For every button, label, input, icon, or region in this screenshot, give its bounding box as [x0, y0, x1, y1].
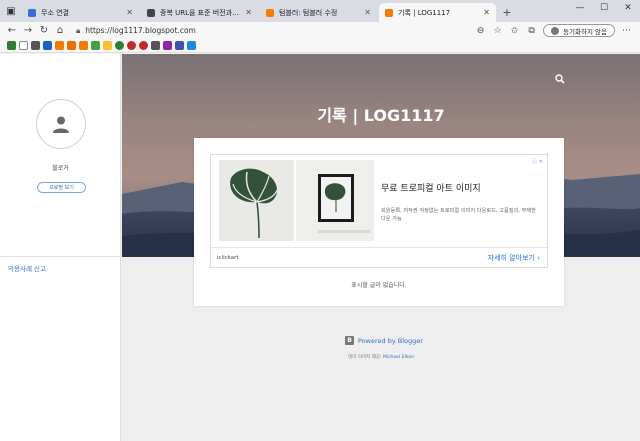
ad-source: iclickart [217, 255, 239, 261]
search-icon[interactable] [554, 70, 566, 84]
bookmark-icon[interactable] [127, 41, 136, 50]
bookmark-icon[interactable] [175, 41, 184, 50]
url-text: https://log1117.blogspot.com [85, 26, 196, 35]
bookmark-icon[interactable] [55, 41, 64, 50]
bookmark-icon[interactable] [7, 41, 16, 50]
profile-sidebar: 블로거 프로필 보기 악용사례 신고 [0, 54, 121, 441]
tab-1[interactable]: 무소 연결 ✕ [22, 3, 139, 22]
favorite-star-icon[interactable]: ☆ [492, 26, 503, 36]
ad-cta-button[interactable]: 자세히 알아보기 › [488, 253, 540, 263]
bookmark-icon[interactable] [151, 41, 160, 50]
sync-label: 동기화하지 않음 [563, 27, 607, 36]
blog-title[interactable]: 기록 | LOG1117 [122, 102, 640, 126]
tab-favicon [147, 8, 155, 17]
window-close-icon[interactable]: ✕ [616, 0, 640, 16]
ad-image-monstera-leaf[interactable] [219, 160, 294, 241]
avatar[interactable] [36, 99, 86, 149]
address-bar[interactable]: 🔒︎ https://log1117.blogspot.com [76, 23, 471, 38]
bookmarks-bar [0, 39, 640, 53]
bookmark-icon[interactable] [187, 41, 196, 50]
minimize-icon[interactable]: — [568, 0, 592, 16]
ad-cta-label: 자세히 알아보기 [487, 254, 535, 262]
home-icon[interactable]: ⌂ [52, 23, 68, 39]
sync-button[interactable]: 동기화하지 않음 [543, 24, 615, 37]
window-controls: — ☐ ✕ [568, 0, 640, 16]
tab-favicon [385, 8, 393, 17]
back-icon[interactable]: ← [4, 23, 20, 39]
browser-window: ▣ 무소 연결 ✕ 중복 URL을 표준 버전과 통합 | Googl ✕ 텀블… [0, 0, 640, 441]
tab-3[interactable]: 텀블러: 텀블러 수정 ✕ [260, 3, 377, 22]
collections-icon[interactable]: ⧉ [526, 26, 537, 36]
theme-credit-prefix: 테마 이미지 제공: [348, 355, 383, 360]
tab-favicon [266, 8, 274, 17]
bookmark-icon[interactable] [139, 41, 148, 50]
tab-title: 텀블러: 텀블러 수정 [279, 8, 338, 17]
chevron-right-icon: › [537, 254, 540, 262]
close-icon[interactable]: ✕ [126, 8, 133, 17]
tab-title: 중복 URL을 표준 버전과 통합 | Googl [160, 8, 241, 17]
no-posts-message: 표시할 글이 없습니다. [351, 282, 407, 289]
powered-by-label: Powered by Blogger [358, 336, 423, 345]
theme-credit: 테마 이미지 제공: Michael Elkan [122, 354, 640, 360]
divider [0, 256, 121, 257]
ad-description: 회원등록, 저작권 걱정없는 트로피컬 이미지 다운로드, 고품질의, 무제한 … [381, 208, 536, 222]
bookmark-icon[interactable] [43, 41, 52, 50]
tab-title: 무소 연결 [41, 8, 69, 17]
maximize-icon[interactable]: ☐ [592, 0, 616, 16]
toolbar-actions: ⊖ ☆ ✩ ⧉ 동기화하지 않음 ⋯ [475, 23, 632, 38]
new-tab-icon[interactable]: + [498, 3, 516, 22]
bookmark-icon[interactable] [163, 41, 172, 50]
refresh-icon[interactable]: ↻ [36, 23, 52, 39]
tab-strip: ▣ 무소 연결 ✕ 중복 URL을 표준 버전과 통합 | Googl ✕ 텀블… [0, 0, 640, 22]
web-page: 기록 | LOG1117 블로거 프로필 보기 악용사례 신고 ⓘ ✕ 무료 트… [0, 54, 640, 441]
bookmark-icon[interactable] [103, 41, 112, 50]
forward-icon[interactable]: → [20, 23, 36, 39]
lock-icon[interactable]: 🔒︎ [76, 26, 80, 36]
advertisement[interactable]: ⓘ ✕ 무료 트로피컬 아트 이미지 회원등록, 저작권 걱정없는 트로피컬 이… [210, 154, 548, 268]
tab-4-active[interactable]: 기록 | LOG1117 ✕ [379, 3, 496, 22]
zoom-icon[interactable]: ⊖ [475, 26, 486, 36]
bookmark-icon[interactable] [31, 41, 40, 50]
ad-choices-icon[interactable]: ⓘ ✕ [532, 158, 543, 165]
blogger-logo-icon: B [345, 336, 354, 345]
bookmark-icon[interactable] [67, 41, 76, 50]
close-icon[interactable]: ✕ [245, 8, 252, 17]
bookmark-icon[interactable] [79, 41, 88, 50]
tab-title: 기록 | LOG1117 [398, 8, 451, 17]
bookmark-icon[interactable] [115, 41, 124, 50]
profile-avatar-icon [551, 26, 560, 35]
tab-actions-icon[interactable]: ▣ [0, 0, 22, 22]
more-menu-icon[interactable]: ⋯ [621, 26, 632, 36]
user-icon [53, 116, 69, 133]
tab-2[interactable]: 중복 URL을 표준 버전과 통합 | Googl ✕ [141, 3, 258, 22]
ad-footer: iclickart 자세히 알아보기 › [211, 247, 547, 268]
ad-title[interactable]: 무료 트로피컬 아트 이미지 [381, 181, 481, 194]
favorites-icon[interactable]: ✩ [509, 26, 520, 36]
profile-name: 블로거 [52, 165, 69, 172]
tab-favicon [28, 8, 36, 17]
theme-author-link[interactable]: Michael Elkan [383, 355, 414, 360]
bookmark-icon[interactable] [19, 41, 28, 50]
content-card: ⓘ ✕ 무료 트로피컬 아트 이미지 회원등록, 저작권 걱정없는 트로피컬 이… [194, 138, 564, 306]
powered-by-blogger-link[interactable]: B Powered by Blogger [345, 336, 423, 345]
navigation-bar: ← → ↻ ⌂ 🔒︎ https://log1117.blogspot.com … [0, 22, 640, 39]
ad-image-framed-print[interactable] [296, 160, 374, 241]
report-abuse-link[interactable]: 악용사례 신고 [8, 263, 46, 273]
close-icon[interactable]: ✕ [364, 8, 371, 17]
view-profile-button[interactable]: 프로필 보기 [37, 182, 86, 193]
close-icon[interactable]: ✕ [483, 8, 490, 17]
bookmark-icon[interactable] [91, 41, 100, 50]
